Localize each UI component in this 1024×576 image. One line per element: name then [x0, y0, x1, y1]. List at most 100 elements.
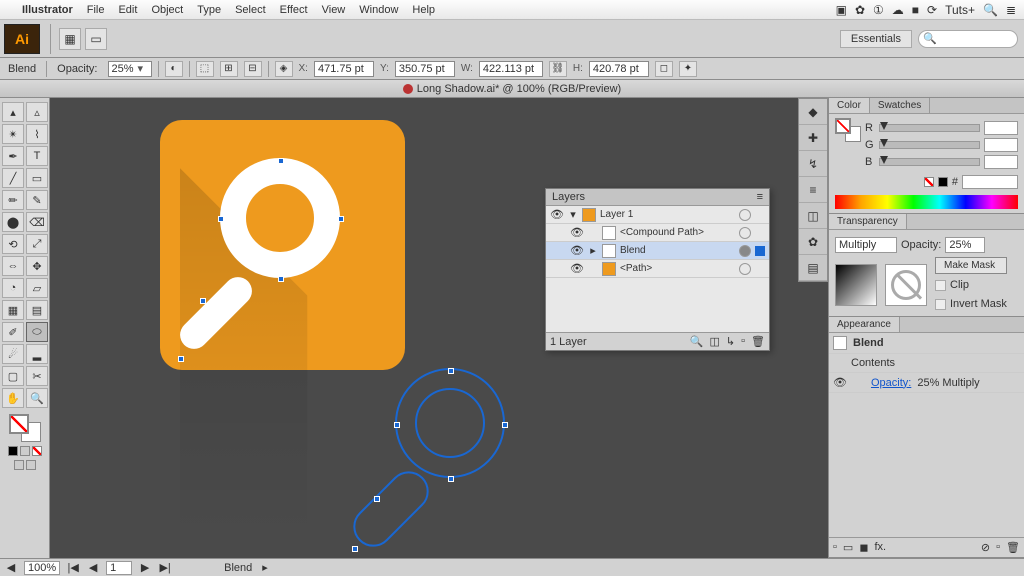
menu-object[interactable]: Object [151, 4, 183, 16]
appearance-row[interactable]: Blend [829, 333, 1024, 354]
document-tab[interactable]: Long Shadow.ai* @ 100% (RGB/Preview) [0, 80, 1024, 98]
magic-wand-tool[interactable]: ✴ [2, 124, 24, 144]
shape-icon[interactable]: ✦ [679, 61, 697, 77]
free-transform-tool[interactable]: ✥ [26, 256, 48, 276]
eyedropper-tool[interactable]: ✐ [2, 322, 24, 342]
screen-mode-icon[interactable] [26, 460, 36, 470]
menu-type[interactable]: Type [197, 4, 221, 16]
dock-icon[interactable]: ≡ [799, 177, 827, 203]
duplicate-icon[interactable]: ▫ [996, 541, 1000, 554]
brush-tool[interactable]: ✏ [2, 190, 24, 210]
visibility-icon[interactable]: 👁 [550, 208, 564, 221]
slice-tool[interactable]: ✂ [26, 366, 48, 386]
menu-window[interactable]: Window [359, 4, 398, 16]
menu-file[interactable]: File [87, 4, 105, 16]
cloud-icon[interactable]: ☁ [892, 3, 904, 17]
eraser-tool[interactable]: ⌫ [26, 212, 48, 232]
visibility-icon[interactable]: 👁 [570, 226, 584, 239]
blob-tool[interactable]: ⬤ [2, 212, 24, 232]
prev-icon[interactable]: ◀ [4, 561, 18, 574]
ai-logo[interactable]: Ai [4, 24, 40, 54]
g-slider[interactable] [879, 141, 980, 149]
scale-tool[interactable]: ⤢ [26, 234, 48, 254]
status-icon[interactable]: ■ [912, 3, 919, 17]
workspace-switcher[interactable]: Essentials [840, 30, 912, 48]
transparency-tab[interactable]: Transparency [829, 214, 907, 229]
layers-panel-tab[interactable]: Layers ≡ [546, 189, 769, 206]
arrange-icon[interactable]: ▭ [85, 28, 107, 50]
visibility-icon[interactable]: 👁 [833, 376, 847, 389]
opacity-link[interactable]: Opacity: [871, 377, 911, 389]
pen-tool[interactable]: ✒ [2, 146, 24, 166]
blend-mode-field[interactable]: Multiply [835, 237, 897, 253]
none-mode-icon[interactable] [32, 446, 42, 456]
fx-icon[interactable]: fx. [874, 541, 886, 554]
width-tool[interactable]: ⇔ [2, 256, 24, 276]
zoom-field[interactable]: 100% [24, 561, 60, 575]
fill-stroke-proxy[interactable] [835, 118, 861, 142]
dock-icon[interactable]: ◆ [799, 99, 827, 125]
w-field[interactable]: 422.113 pt [479, 61, 543, 77]
perspective-tool[interactable]: ▱ [26, 278, 48, 298]
prev-artboard-icon[interactable]: ◀ [86, 561, 100, 574]
dock-icon[interactable]: ✚ [799, 125, 827, 151]
target-icon[interactable] [739, 263, 751, 275]
dock-icon[interactable]: ↯ [799, 151, 827, 177]
target-icon[interactable] [739, 209, 751, 221]
chevron-right-icon[interactable]: ▸ [262, 561, 268, 574]
app-menu[interactable]: Illustrator [22, 4, 73, 16]
next-artboard-icon[interactable]: ▶| [158, 561, 172, 574]
add-fill-icon[interactable]: ◼ [859, 541, 868, 554]
artboard-tool[interactable]: ▢ [2, 366, 24, 386]
new-layer-icon[interactable]: ▫ [741, 335, 745, 348]
menu-effect[interactable]: Effect [280, 4, 308, 16]
visibility-icon[interactable]: 👁 [570, 262, 584, 275]
align-icon[interactable]: ⬚ [196, 61, 214, 77]
hex-field[interactable] [962, 175, 1018, 189]
mesh-tool[interactable]: ▦ [2, 300, 24, 320]
link-wh-icon[interactable]: ⛓ [549, 61, 567, 77]
target-icon[interactable] [739, 227, 751, 239]
mask-thumb[interactable] [835, 264, 877, 306]
shape-icon[interactable]: ◻ [655, 61, 673, 77]
align-icon[interactable]: ⊟ [244, 61, 262, 77]
g-value[interactable] [984, 138, 1018, 152]
clear-icon[interactable]: ⊘ [981, 541, 990, 554]
layer-row[interactable]: 👁 <Path> [546, 260, 769, 278]
disclosure-icon[interactable]: ▸ [588, 244, 598, 257]
status-icon[interactable]: ▣ [836, 3, 847, 17]
b-value[interactable] [984, 155, 1018, 169]
opacity-field[interactable]: 25% [945, 237, 985, 253]
appearance-tab[interactable]: Appearance [829, 317, 900, 332]
mask-thumb[interactable] [885, 264, 927, 306]
magnifier-icon-art[interactable] [220, 158, 340, 278]
add-stroke-icon[interactable]: ▭ [843, 541, 853, 554]
y-field[interactable]: 350.75 pt [395, 61, 455, 77]
recolor-icon[interactable]: ◐ [165, 61, 183, 77]
layers-panel[interactable]: Layers ≡ 👁 ▾ Layer 1 👁 <Compound Path> [545, 188, 770, 351]
bridge-icon[interactable]: ▦ [59, 28, 81, 50]
trash-icon[interactable]: 🗑 [1006, 541, 1020, 554]
magnifier-outline-art[interactable] [395, 368, 505, 478]
canvas[interactable]: Layers ≡ 👁 ▾ Layer 1 👁 <Compound Path> [50, 98, 828, 558]
clip-icon[interactable]: ◫ [710, 335, 720, 348]
graph-tool[interactable]: ▂ [26, 344, 48, 364]
next-artboard-icon[interactable]: ▶ [138, 561, 152, 574]
lasso-tool[interactable]: ⌇ [26, 124, 48, 144]
spotlight-icon[interactable]: 🔍 [983, 3, 998, 17]
layer-row[interactable]: 👁 ▾ Layer 1 [546, 206, 769, 224]
layer-row[interactable]: 👁 ▸ Blend [546, 242, 769, 260]
opacity-field[interactable]: 25% [108, 61, 152, 77]
screen-mode-icon[interactable] [14, 460, 24, 470]
hand-tool[interactable]: ✋ [2, 388, 24, 408]
selection-tool[interactable]: ▴ [2, 102, 24, 122]
status-text[interactable]: Tuts+ [945, 3, 975, 17]
r-value[interactable] [984, 121, 1018, 135]
black-swatch[interactable] [938, 177, 948, 187]
sync-icon[interactable]: ⟳ [927, 3, 937, 17]
h-field[interactable]: 420.78 pt [589, 61, 649, 77]
appearance-row[interactable]: 👁 Opacity: 25% Multiply [829, 373, 1024, 393]
prev-artboard-icon[interactable]: |◀ [66, 561, 80, 574]
type-tool[interactable]: T [26, 146, 48, 166]
x-field[interactable]: 471.75 pt [314, 61, 374, 77]
